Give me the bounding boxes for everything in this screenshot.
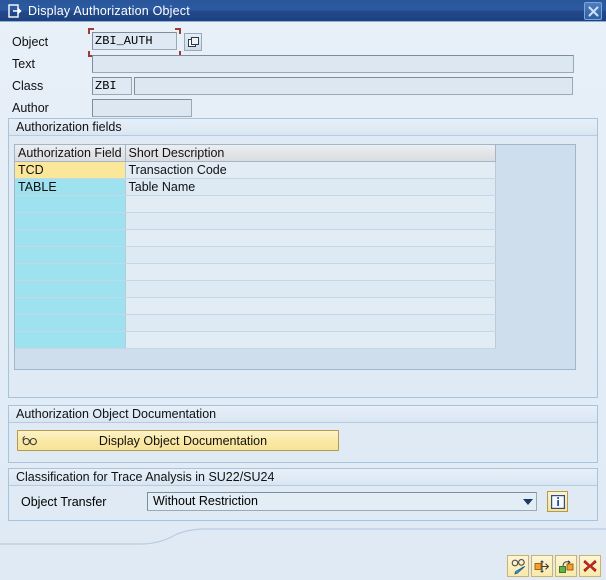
- text-label: Text: [12, 57, 35, 71]
- table-row[interactable]: [15, 263, 496, 281]
- object-field-focus: ZBI_AUTH: [88, 27, 181, 57]
- cell-short-description[interactable]: Transaction Code: [125, 161, 496, 179]
- object-label: Object: [12, 35, 49, 49]
- cell-short-description[interactable]: [125, 314, 496, 332]
- classification-group: Classification for Trace Analysis in SU2…: [8, 468, 598, 521]
- cell-authorization-field[interactable]: [15, 331, 126, 349]
- cell-authorization-field[interactable]: [15, 195, 126, 213]
- table-header-row: Authorization Field Short Description: [15, 145, 496, 162]
- cell-authorization-field[interactable]: [15, 314, 126, 332]
- cell-short-description[interactable]: [125, 263, 496, 281]
- cell-short-description[interactable]: [125, 297, 496, 315]
- authorization-fields-table-body: TCD Transaction Code TABLE Table Name: [15, 161, 496, 349]
- cell-short-description[interactable]: [125, 229, 496, 247]
- cancel-button[interactable]: [579, 555, 601, 577]
- window-title: Display Authorization Object: [28, 3, 190, 18]
- window-arrow-icon: [7, 3, 25, 19]
- cell-authorization-field[interactable]: [15, 229, 126, 247]
- where-used-icon: [534, 558, 551, 575]
- author-input[interactable]: [92, 99, 192, 117]
- display-change-button[interactable]: [507, 555, 529, 577]
- author-label: Author: [12, 101, 49, 115]
- authorization-fields-table-container[interactable]: Authorization Field Short Description TC…: [14, 144, 576, 370]
- object-value-help-icon[interactable]: [184, 33, 202, 51]
- cell-authorization-field[interactable]: TABLE: [15, 178, 126, 196]
- chevron-down-icon[interactable]: [519, 493, 536, 510]
- cell-authorization-field[interactable]: [15, 280, 126, 298]
- form-row-object: Object ZBI_AUTH: [0, 27, 202, 57]
- table-row[interactable]: [15, 195, 496, 213]
- table-row[interactable]: [15, 331, 496, 349]
- object-transfer-label: Object Transfer: [21, 495, 107, 509]
- object-transfer-selected-value: Without Restriction: [153, 494, 258, 508]
- classification-group-title: Classification for Trace Analysis in SU2…: [9, 469, 597, 486]
- cell-short-description[interactable]: [125, 331, 496, 349]
- form-row-author: Author: [0, 97, 192, 119]
- class-input[interactable]: ZBI: [92, 77, 132, 95]
- form-row-text: Text: [0, 53, 574, 75]
- where-used-button[interactable]: [531, 555, 553, 577]
- cell-short-description[interactable]: [125, 280, 496, 298]
- display-object-documentation-button[interactable]: Display Object Documentation: [17, 430, 339, 451]
- table-row[interactable]: [15, 212, 496, 230]
- cell-short-description[interactable]: Table Name: [125, 178, 496, 196]
- close-icon[interactable]: [584, 2, 602, 20]
- text-input[interactable]: [92, 55, 574, 73]
- other-object-button[interactable]: [555, 555, 577, 577]
- class-label: Class: [12, 79, 44, 93]
- status-divider: [0, 528, 606, 550]
- cell-short-description[interactable]: [125, 246, 496, 264]
- cell-short-description[interactable]: [125, 212, 496, 230]
- table-row[interactable]: [15, 297, 496, 315]
- cell-authorization-field[interactable]: [15, 263, 126, 281]
- cell-authorization-field[interactable]: [15, 297, 126, 315]
- object-input[interactable]: ZBI_AUTH: [92, 31, 177, 50]
- class-description-input[interactable]: [134, 77, 573, 95]
- cell-authorization-field[interactable]: TCD: [15, 161, 126, 179]
- documentation-group-title: Authorization Object Documentation: [9, 406, 597, 423]
- other-object-icon: [558, 558, 575, 575]
- column-header-authorization-field[interactable]: Authorization Field: [15, 145, 126, 162]
- header-form: Object ZBI_AUTH Text Class ZBI Author: [0, 22, 606, 117]
- cell-authorization-field[interactable]: [15, 212, 126, 230]
- red-x-icon: [582, 558, 598, 574]
- column-header-short-description[interactable]: Short Description: [125, 145, 496, 162]
- table-row[interactable]: [15, 229, 496, 247]
- cell-authorization-field[interactable]: [15, 246, 126, 264]
- authorization-fields-table: Authorization Field Short Description TC…: [15, 145, 496, 349]
- display-object-documentation-label: Display Object Documentation: [98, 433, 268, 448]
- authorization-fields-group: Authorization fields Authorization Field…: [8, 118, 598, 398]
- table-row[interactable]: TCD Transaction Code: [15, 161, 496, 179]
- titlebar: Display Authorization Object: [0, 0, 606, 22]
- form-row-class: Class ZBI: [0, 75, 573, 97]
- documentation-group: Authorization Object Documentation Displ…: [8, 405, 598, 463]
- glasses-icon: [18, 431, 42, 450]
- cell-short-description[interactable]: [125, 195, 496, 213]
- authorization-fields-group-title: Authorization fields: [9, 119, 597, 136]
- sap-dialog-window: Display Authorization Object Object ZBI_…: [0, 0, 606, 580]
- table-row[interactable]: [15, 314, 496, 332]
- object-transfer-select[interactable]: Without Restriction: [147, 492, 537, 511]
- info-icon: [550, 494, 565, 509]
- table-row[interactable]: TABLE Table Name: [15, 178, 496, 196]
- info-button[interactable]: [547, 491, 568, 512]
- table-row[interactable]: [15, 280, 496, 298]
- table-row[interactable]: [15, 246, 496, 264]
- glasses-pencil-icon: [510, 558, 527, 575]
- bottom-toolbar: [507, 555, 601, 577]
